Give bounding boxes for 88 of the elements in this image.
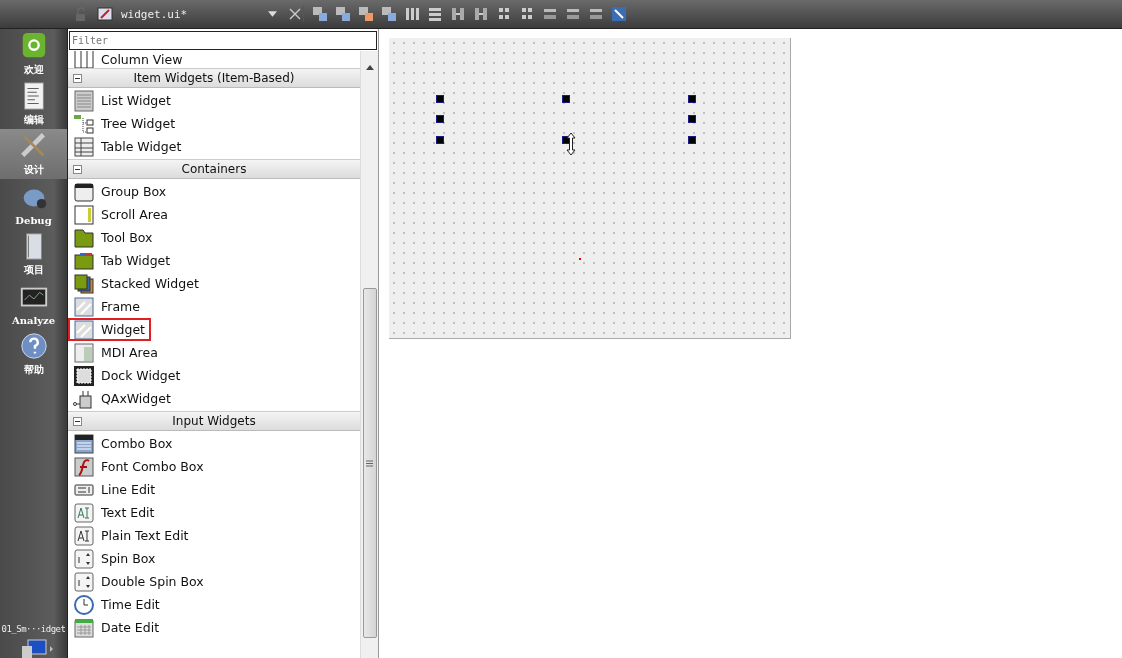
toolbar-tool-icon[interactable]	[358, 6, 374, 22]
toolbar-tool-icon[interactable]	[542, 6, 558, 22]
frame-icon	[73, 318, 95, 341]
widget-list-item[interactable]: Frame	[68, 295, 146, 318]
stacked-pages-icon	[73, 272, 95, 295]
widget-list-item[interactable]: Stacked Widget	[68, 272, 205, 295]
mode-button[interactable]: 项目	[0, 229, 67, 279]
resize-cursor-icon	[566, 132, 576, 156]
resize-handle[interactable]	[436, 95, 444, 103]
dock-icon	[73, 364, 95, 387]
close-icon[interactable]	[287, 6, 303, 22]
scrollbar[interactable]	[360, 51, 378, 658]
scroll-area-icon	[73, 203, 95, 226]
widget-list-item[interactable]: Date Edit	[68, 616, 166, 639]
widget-list-item[interactable]: Spin Box	[68, 547, 162, 570]
mode-button[interactable]: Debug	[0, 179, 67, 229]
spin-box-icon	[73, 570, 95, 593]
widget-list-item[interactable]: List Widget	[68, 89, 177, 112]
scroll-thumb[interactable]	[362, 288, 377, 638]
clock-icon	[73, 593, 95, 616]
form-file-icon	[97, 6, 113, 22]
window-icon	[73, 341, 95, 364]
widget-list-item[interactable]: Line Edit	[68, 478, 162, 501]
category-header[interactable]: Input Widgets	[68, 411, 360, 431]
resize-handle[interactable]	[688, 95, 696, 103]
widget-list-item[interactable]: Tool Box	[68, 226, 159, 249]
widget-list-item[interactable]: Scroll Area	[68, 203, 174, 226]
widget-list-item[interactable]: Widget	[68, 318, 152, 341]
category-header[interactable]: Item Widgets (Item-Based)	[68, 68, 360, 88]
widget-list-item[interactable]: QAxWidget	[68, 387, 177, 410]
toolbar-tool-icon[interactable]	[611, 6, 627, 22]
help-icon	[18, 331, 49, 361]
mode-button[interactable]: Analyze	[0, 279, 67, 329]
widget-list-item[interactable]: Column View	[68, 51, 189, 67]
widget-list-item[interactable]: Text Edit	[68, 501, 161, 524]
toolbar-tool-icon[interactable]	[565, 6, 581, 22]
toolbar-tool-icon[interactable]	[519, 6, 535, 22]
toolbar-tool-icon[interactable]	[404, 6, 420, 22]
toolbar-tool-icon[interactable]	[312, 6, 328, 22]
text-edit-icon	[73, 524, 95, 547]
mode-button[interactable]: 设计	[0, 129, 67, 179]
category-header[interactable]: Containers	[68, 159, 360, 179]
widget-list-item[interactable]: Dock Widget	[68, 364, 187, 387]
collapse-icon[interactable]	[73, 164, 82, 174]
resize-handle[interactable]	[688, 136, 696, 144]
toolbar-tool-icon[interactable]	[473, 6, 489, 22]
resize-handle[interactable]	[436, 115, 444, 123]
grip-icon[interactable]	[366, 459, 373, 467]
collapse-icon[interactable]	[73, 73, 82, 83]
font-icon	[73, 455, 95, 478]
scroll-up-icon[interactable]	[365, 65, 374, 70]
frame-icon	[73, 295, 95, 318]
widget-list-item[interactable]: Tab Widget	[68, 249, 177, 272]
mode-button[interactable]: 欢迎	[0, 29, 67, 79]
resize-handle[interactable]	[436, 136, 444, 144]
widget-list-item[interactable]: MDI Area	[68, 341, 164, 364]
toolbar-tool-icon[interactable]	[496, 6, 512, 22]
toolbar-tool-icon[interactable]	[450, 6, 466, 22]
mode-button[interactable]: 编辑	[0, 79, 67, 129]
dropdown-caret-icon[interactable]	[268, 11, 277, 17]
resize-handle[interactable]	[562, 95, 570, 103]
widget-list-item[interactable]: Tree Widget	[68, 112, 182, 135]
widget-list-item[interactable]: Font Combo Box	[68, 455, 210, 478]
tree-icon	[73, 112, 95, 135]
widget-list-item[interactable]: Combo Box	[68, 432, 179, 455]
toolbar-tool-icon[interactable]	[381, 6, 397, 22]
widget-list-item[interactable]: Group Box	[68, 180, 173, 203]
widget-list-item[interactable]: Plain Text Edit	[68, 524, 195, 547]
widget-list-item[interactable]: Time Edit	[68, 593, 166, 616]
widget-list-item[interactable]: Double Spin Box	[68, 570, 210, 593]
origin-mark	[579, 258, 581, 260]
group-box-icon	[73, 180, 95, 203]
spin-box-icon	[73, 547, 95, 570]
toolbar-tool-icon[interactable]	[427, 6, 443, 22]
mode-button[interactable]: 帮助	[0, 329, 67, 379]
resize-handle[interactable]	[688, 115, 696, 123]
list-icon	[73, 89, 95, 112]
calendar-icon	[73, 616, 95, 639]
collapse-icon[interactable]	[73, 416, 82, 426]
table-icon	[73, 135, 95, 158]
folder-icon	[73, 226, 95, 249]
toolbar-tool-icon[interactable]	[335, 6, 351, 22]
file-name[interactable]: widget.ui*	[121, 7, 260, 21]
toolbar-tool-icon[interactable]	[588, 6, 604, 22]
project-label[interactable]: 01_Sm···idget	[1, 624, 66, 634]
combo-box-icon	[73, 432, 95, 455]
text-edit-icon	[73, 501, 95, 524]
widget-list-item[interactable]: Table Widget	[68, 135, 188, 158]
